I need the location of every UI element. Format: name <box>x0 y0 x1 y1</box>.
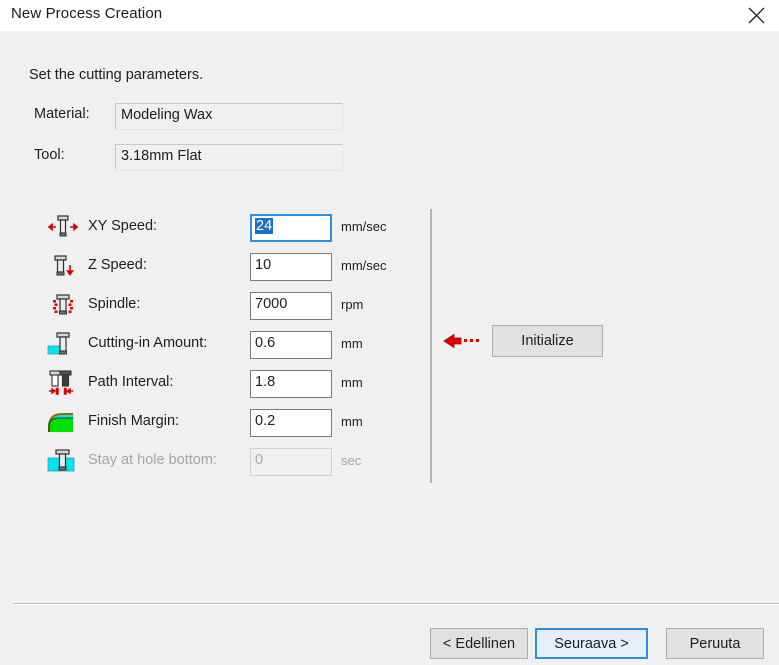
param-row-cutting-in-amount: Cutting-in Amount: 0.6 mm <box>0 329 430 362</box>
back-button[interactable]: < Edellinen <box>430 628 528 659</box>
param-unit-path-interval: mm <box>341 375 363 390</box>
param-unit-cutting-in-amount: mm <box>341 336 363 351</box>
tool-label: Tool: <box>34 147 65 163</box>
param-unit-stay-at-hole-bottom: sec <box>341 453 362 468</box>
cancel-button[interactable]: Peruuta <box>666 628 764 659</box>
window-title: New Process Creation <box>11 5 163 22</box>
param-row-path-interval: Path Interval: 1.8 mm <box>0 368 430 401</box>
param-value-path-interval: 1.8 <box>255 374 276 390</box>
param-unit-spindle: rpm <box>341 297 364 312</box>
param-value-finish-margin: 0.2 <box>255 413 276 429</box>
param-label-path-interval: Path Interval: <box>88 374 174 390</box>
param-input-stay-at-hole-bottom: 0 <box>250 448 332 476</box>
material-field: Modeling Wax <box>115 103 343 130</box>
param-value-cutting-in-amount: 0.6 <box>255 335 276 351</box>
param-input-cutting-in-amount[interactable]: 0.6 <box>250 331 332 359</box>
param-label-z-speed: Z Speed: <box>88 257 147 273</box>
param-value-xy-speed: 24 <box>255 218 274 234</box>
param-unit-finish-margin: mm <box>341 414 363 429</box>
titlebar: New Process Creation <box>0 0 779 32</box>
initialize-button[interactable]: Initialize <box>492 325 603 357</box>
tool-field: 3.18mm Flat <box>115 144 343 171</box>
param-input-z-speed[interactable]: 10 <box>250 253 332 281</box>
param-row-stay-at-hole-bottom: Stay at hole bottom: 0 sec <box>0 446 430 479</box>
dialog-content: Set the cutting parameters. Material: Mo… <box>0 31 779 665</box>
material-value: Modeling Wax <box>121 107 213 123</box>
param-value-stay-at-hole-bottom: 0 <box>255 452 264 468</box>
finish-margin-curve-icon <box>46 407 80 439</box>
param-label-stay-at-hole-bottom: Stay at hole bottom: <box>88 452 217 468</box>
param-row-finish-margin: Finish Margin: 0.2 mm <box>0 407 430 440</box>
param-label-finish-margin: Finish Margin: <box>88 413 180 429</box>
param-label-cutting-in-amount: Cutting-in Amount: <box>88 335 208 351</box>
param-label-spindle: Spindle: <box>88 296 141 312</box>
close-icon <box>748 7 764 24</box>
tool-spindle-rotation-icon <box>46 290 80 322</box>
param-row-xy-speed: XY Speed: 24 mm/sec <box>0 212 430 245</box>
instruction-text: Set the cutting parameters. <box>29 67 204 83</box>
tool-xy-arrows-icon <box>46 212 80 244</box>
material-label: Material: <box>34 106 90 122</box>
param-value-z-speed: 10 <box>255 257 272 273</box>
tool-path-interval-icon <box>46 368 80 400</box>
tool-cutting-depth-icon <box>46 329 80 361</box>
tool-down-arrow-icon <box>46 251 80 283</box>
param-unit-z-speed: mm/sec <box>341 258 387 273</box>
footer-separator <box>13 603 779 605</box>
next-button[interactable]: Seuraava > <box>535 628 648 659</box>
param-value-spindle: 7000 <box>255 296 288 312</box>
tool-hole-bottom-icon <box>46 446 80 478</box>
param-input-path-interval[interactable]: 1.8 <box>250 370 332 398</box>
close-button[interactable] <box>733 0 779 31</box>
param-unit-xy-speed: mm/sec <box>341 219 387 234</box>
param-row-z-speed: Z Speed: 10 mm/sec <box>0 251 430 284</box>
red-left-arrow-icon <box>442 331 484 351</box>
param-label-xy-speed: XY Speed: <box>88 218 158 234</box>
tool-value: 3.18mm Flat <box>121 148 202 164</box>
param-input-spindle[interactable]: 7000 <box>250 292 332 320</box>
param-input-xy-speed[interactable]: 24 <box>250 214 332 242</box>
param-input-finish-margin[interactable]: 0.2 <box>250 409 332 437</box>
param-row-spindle: Spindle: 7000 rpm <box>0 290 430 323</box>
vertical-divider <box>430 209 432 483</box>
